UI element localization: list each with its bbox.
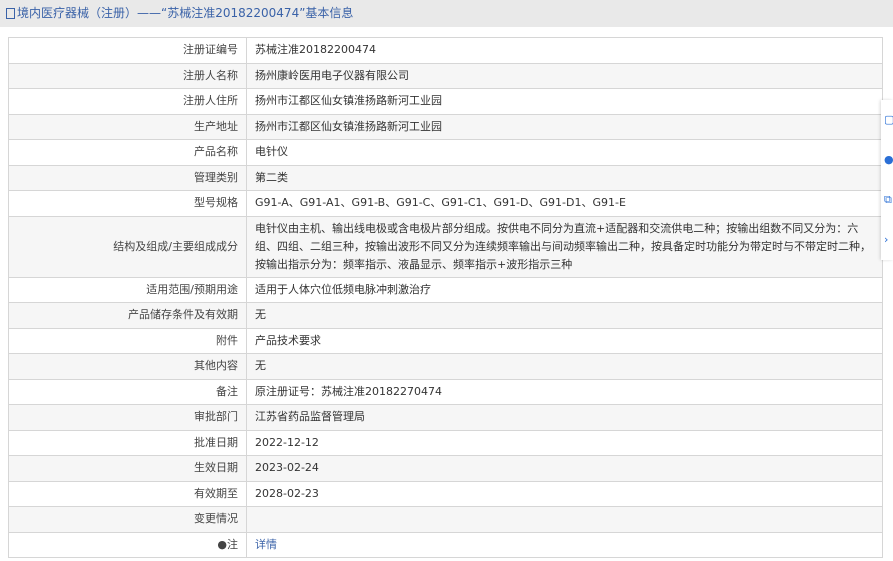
- table-row: ●注 详情: [8, 531, 883, 558]
- table-row: 有效期至 2028-02-23: [8, 480, 883, 507]
- field-value: 无: [246, 302, 883, 329]
- field-label: 其他内容: [8, 353, 247, 380]
- field-label: 生产地址: [8, 113, 247, 140]
- field-value: G91-A、G91-A1、G91-B、G91-C、G91-C1、G91-D、G9…: [246, 190, 883, 217]
- field-value: 2023-02-24: [246, 455, 883, 482]
- table-row: 适用范围/预期用途 适用于人体穴位低频电脉冲刺激治疗: [8, 276, 883, 303]
- note-label: 注: [227, 537, 238, 551]
- field-value: 扬州市江都区仙女镇淮扬路新河工业园: [246, 88, 883, 115]
- table-row: 批准日期 2022-12-12: [8, 429, 883, 456]
- table-row: 变更情况: [8, 506, 883, 533]
- table-row: 生效日期 2023-02-24: [8, 455, 883, 482]
- field-label: 备注: [8, 378, 247, 405]
- info-icon[interactable]: ●: [881, 140, 893, 180]
- document-icon[interactable]: ▢: [881, 100, 893, 140]
- field-value: 电针仪: [246, 139, 883, 166]
- field-value: 2028-02-23: [246, 480, 883, 507]
- table-row: 备注 原注册证号：苏械注准20182270474: [8, 378, 883, 405]
- page-title: 境内医疗器械（注册）——“苏械注准20182200474”基本信息: [17, 6, 354, 20]
- field-value: 原注册证号：苏械注准20182270474: [246, 378, 883, 405]
- field-label: 产品储存条件及有效期: [8, 302, 247, 329]
- table-row: 产品储存条件及有效期无: [8, 302, 883, 329]
- table-row: 附件 产品技术要求: [8, 327, 883, 354]
- field-label: 注册人住所: [8, 88, 247, 115]
- field-label: 批准日期: [8, 429, 247, 456]
- table-row: 型号规格 G91-A、G91-A1、G91-B、G91-C、G91-C1、G91-…: [8, 190, 883, 217]
- field-value: 苏械注准20182200474: [246, 37, 883, 64]
- table-row: 注册人名称 扬州康岭医用电子仪器有限公司: [8, 62, 883, 89]
- field-value: 扬州康岭医用电子仪器有限公司: [246, 62, 883, 89]
- field-label: 审批部门: [8, 404, 247, 431]
- table-row: 注册人住所 扬州市江都区仙女镇淮扬路新河工业园: [8, 88, 883, 115]
- page-header: 境内医疗器械（注册）——“苏械注准20182200474”基本信息: [0, 0, 893, 27]
- table-row: 审批部门 江苏省药品监督管理局: [8, 404, 883, 431]
- info-table: 注册证编号 苏械注准20182200474 注册人名称 扬州康岭医用电子仪器有限公司注…: [8, 37, 883, 558]
- pin-icon: ●: [217, 537, 227, 551]
- field-label: 管理类别: [8, 164, 247, 191]
- field-value: 详情: [246, 531, 883, 558]
- field-value: 产品技术要求: [246, 327, 883, 354]
- field-value: 适用于人体穴位低频电脉冲刺激治疗: [246, 276, 883, 303]
- side-toolbar: ▢ ● ⧉ ›: [881, 100, 893, 260]
- chevron-right-icon[interactable]: ›: [881, 220, 893, 260]
- details-link[interactable]: 详情: [255, 538, 277, 551]
- field-label: 结构及组成/主要组成成分: [8, 215, 247, 278]
- table-row: 其他内容无: [8, 353, 883, 380]
- field-value: 江苏省药品监督管理局: [246, 404, 883, 431]
- field-label: 注册人名称: [8, 62, 247, 89]
- field-value: 无: [246, 353, 883, 380]
- field-value: 2022-12-12: [246, 429, 883, 456]
- field-label: 有效期至: [8, 480, 247, 507]
- table-row: 管理类别 第二类: [8, 164, 883, 191]
- field-label: 生效日期: [8, 455, 247, 482]
- field-label: 注册证编号: [8, 37, 247, 64]
- field-label: 适用范围/预期用途: [8, 276, 247, 303]
- field-value: [246, 506, 883, 533]
- field-value: 第二类: [246, 164, 883, 191]
- field-label: ●注: [8, 531, 247, 558]
- document-icon: [6, 8, 15, 19]
- table-row: 结构及组成/主要组成成分 电针仪由主机、输出线电极或含电极片部分组成。按供电不同分…: [8, 215, 883, 278]
- field-label: 产品名称: [8, 139, 247, 166]
- table-row: 生产地址 扬州市江都区仙女镇淮扬路新河工业园: [8, 113, 883, 140]
- table-row: 产品名称 电针仪: [8, 139, 883, 166]
- field-label: 型号规格: [8, 190, 247, 217]
- field-value: 扬州市江都区仙女镇淮扬路新河工业园: [246, 113, 883, 140]
- table-row: 注册证编号 苏械注准20182200474: [8, 37, 883, 64]
- field-label: 变更情况: [8, 506, 247, 533]
- field-label: 附件: [8, 327, 247, 354]
- cube-icon[interactable]: ⧉: [881, 180, 893, 220]
- field-value: 电针仪由主机、输出线电极或含电极片部分组成。按供电不同分为直流+适配器和交流供电…: [246, 215, 883, 278]
